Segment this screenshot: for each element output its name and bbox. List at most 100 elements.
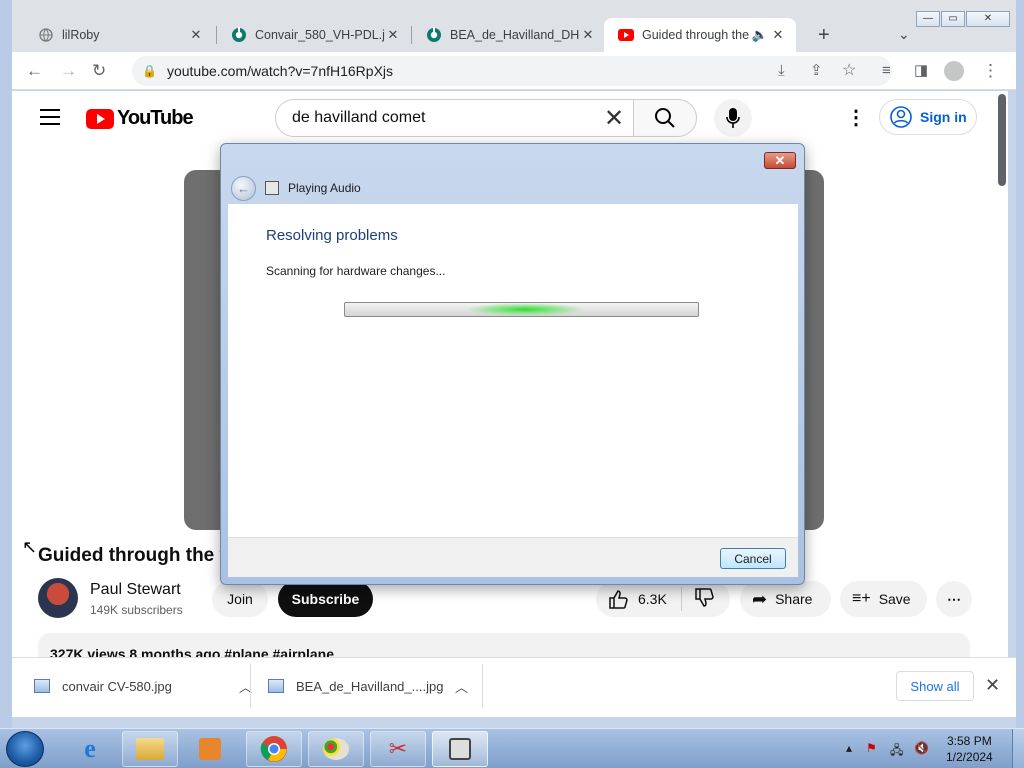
divider: [250, 664, 251, 708]
tab-title: BEA_de_Havilland_DH-1: [450, 28, 580, 42]
tab-title: lilRoby: [62, 28, 100, 42]
save-label: Save: [878, 591, 911, 607]
dislike-button[interactable]: [694, 587, 716, 611]
join-button[interactable]: Join: [212, 581, 268, 617]
wikimedia-icon: [426, 27, 442, 43]
action-center-flag-icon[interactable]: ⚑: [866, 741, 877, 755]
subscribe-button[interactable]: Subscribe: [278, 581, 373, 617]
channel-avatar[interactable]: [38, 578, 78, 618]
lock-icon: 🔒: [142, 64, 157, 78]
chrome-icon[interactable]: [246, 731, 302, 767]
paint-icon[interactable]: [308, 731, 364, 767]
download-filename: convair CV-580.jpg: [62, 678, 172, 694]
busy-cursor-icon: ↖: [22, 537, 38, 557]
scrollbar-thumb[interactable]: [998, 94, 1006, 186]
clock-date: 1/2/2024: [946, 750, 993, 764]
status-text: Scanning for hardware changes...: [266, 264, 446, 278]
browser-toolbar: ← → ↻ 🔒 youtube.com/watch?v=7nfH16RpXjs …: [12, 52, 1016, 90]
search-button[interactable]: [633, 99, 697, 137]
side-panel-icon[interactable]: ◨: [914, 61, 928, 81]
chevron-up-icon[interactable]: ︿: [455, 677, 468, 696]
tab-lilroby[interactable]: lilRoby ✕: [24, 18, 214, 52]
forward-icon[interactable]: →: [60, 61, 77, 81]
close-icon[interactable]: ✕: [188, 27, 204, 43]
more-actions-button[interactable]: ⋯: [936, 581, 972, 617]
system-clock[interactable]: 3:58 PM 1/2/2024: [946, 733, 993, 765]
description-box[interactable]: 327K views 8 months ago #plane #airplane: [38, 633, 970, 657]
sign-in-button[interactable]: Sign in: [879, 99, 977, 135]
search-input[interactable]: de havilland comet: [275, 99, 634, 137]
new-tab-button[interactable]: +: [818, 24, 830, 47]
voice-search-button[interactable]: [714, 99, 752, 137]
tab-search-chevron-icon[interactable]: ⌄: [898, 26, 910, 43]
clock-time: 3:58 PM: [947, 734, 992, 748]
profile-avatar-icon[interactable]: [944, 61, 964, 81]
tab-bea[interactable]: BEA_de_Havilland_DH-1 ✕: [412, 18, 606, 52]
network-icon[interactable]: 🖧: [890, 741, 903, 762]
speaker-icon[interactable]: 🔈: [750, 27, 770, 43]
bookmark-star-icon[interactable]: ☆: [842, 61, 856, 81]
like-button[interactable]: 6.3K: [608, 589, 667, 609]
browser-menu-icon[interactable]: ⋮: [982, 61, 999, 81]
volume-muted-icon[interactable]: 🔇: [914, 741, 929, 755]
close-icon[interactable]: ✕: [385, 27, 401, 43]
window-close-button[interactable]: ✕: [966, 11, 1010, 27]
close-icon[interactable]: ✕: [580, 27, 596, 43]
dialog-footer: Cancel: [228, 537, 798, 577]
dialog-close-button[interactable]: ✕: [764, 152, 796, 169]
reload-icon[interactable]: ↻: [92, 61, 106, 81]
internet-explorer-icon[interactable]: e: [62, 731, 118, 767]
image-file-icon: [268, 679, 284, 693]
youtube-logo[interactable]: YouTube: [86, 107, 194, 130]
url-text: youtube.com/watch?v=7nfH16RpXjs: [166, 63, 394, 79]
show-desktop-button[interactable]: [1012, 729, 1024, 768]
start-button[interactable]: [6, 731, 44, 767]
share-arrow-icon: ➦: [752, 588, 768, 609]
thumbs-up-icon: [609, 590, 628, 609]
marquee-progress-bar: [344, 302, 699, 317]
cancel-button[interactable]: Cancel: [720, 548, 786, 569]
tab-convair[interactable]: Convair_580_VH-PDL.jpg ✕: [217, 18, 411, 52]
like-count: 6.3K: [638, 591, 667, 607]
snipping-tool-icon[interactable]: ✂: [370, 731, 426, 767]
like-dislike-group: 6.3K: [596, 581, 730, 617]
tray-overflow-icon[interactable]: ▴: [846, 741, 852, 755]
download-filename: BEA_de_Havilland_....jpg: [296, 678, 444, 694]
close-icon[interactable]: ✕: [985, 675, 1000, 696]
troubleshooter-taskbar-icon[interactable]: [432, 731, 488, 767]
save-button[interactable]: ≡+ Save: [840, 581, 927, 617]
divider: [680, 587, 682, 611]
subscriber-count: 149K subscribers: [90, 603, 183, 617]
maximize-button[interactable]: ▭: [941, 11, 965, 27]
clear-search-icon[interactable]: ✕: [604, 104, 624, 133]
tab-title: Convair_580_VH-PDL.jpg: [255, 28, 385, 42]
logo-text: YouTube: [117, 107, 194, 129]
back-arrow-icon[interactable]: ←: [231, 176, 256, 201]
channel-name[interactable]: Paul Stewart: [90, 581, 181, 599]
share-icon[interactable]: ⇪: [810, 61, 823, 81]
dialog-content: Resolving problems Scanning for hardware…: [228, 204, 798, 537]
download-item[interactable]: BEA_de_Havilland_....jpg ︿: [268, 658, 468, 714]
share-button[interactable]: ➦ Share: [740, 581, 831, 617]
tab-youtube-active[interactable]: Guided through the 🔈 ✕: [604, 18, 796, 52]
taskbar: e ✂ ▴ ⚑ 🖧 🔇 3:58 PM 1/2/2024: [0, 728, 1024, 768]
file-explorer-icon[interactable]: [122, 731, 178, 767]
tab-strip: lilRoby ✕ Convair_580_VH-PDL.jpg ✕ BEA_d…: [12, 0, 1016, 52]
microphone-icon: [726, 108, 740, 128]
close-icon[interactable]: ✕: [770, 27, 786, 43]
minimize-button[interactable]: —: [916, 11, 940, 27]
settings-more-icon[interactable]: ⋮: [846, 105, 866, 130]
share-label: Share: [775, 591, 813, 607]
menu-icon[interactable]: [40, 109, 60, 130]
playlist-add-icon: ≡+: [852, 590, 871, 607]
back-icon[interactable]: ←: [26, 61, 43, 81]
youtube-header: YouTube de havilland comet ✕ ⋮ Sign in: [12, 91, 996, 145]
wikimedia-icon: [231, 27, 247, 43]
search-icon: [655, 108, 675, 128]
youtube-icon: [618, 27, 634, 43]
show-all-downloads-button[interactable]: Show all: [896, 671, 974, 701]
install-icon[interactable]: ⤓: [778, 61, 785, 81]
media-player-icon[interactable]: [182, 731, 238, 767]
download-item[interactable]: convair CV-580.jpg ︿: [34, 658, 252, 714]
reading-list-icon[interactable]: ≡: [882, 61, 891, 81]
